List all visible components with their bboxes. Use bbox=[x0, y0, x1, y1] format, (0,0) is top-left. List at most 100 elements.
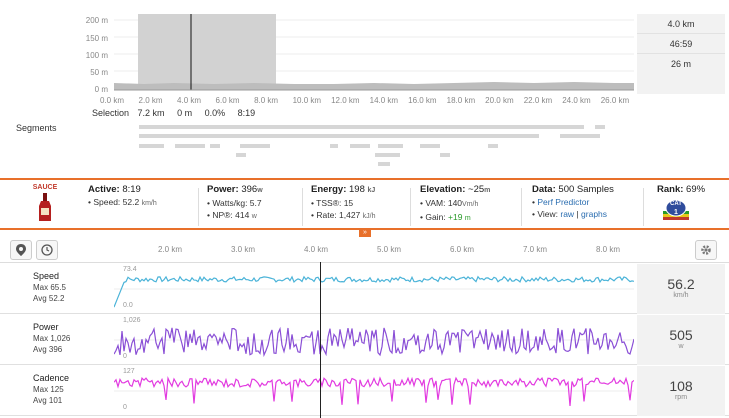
vam-unit: Vm/h bbox=[462, 201, 479, 208]
segment-bar[interactable] bbox=[595, 125, 605, 129]
gain-prefix: • Gain: bbox=[420, 212, 446, 222]
sauce-logo-text: SAUCE bbox=[32, 184, 58, 191]
energy-value: 198 bbox=[349, 184, 365, 195]
x-tick: 26.0 km bbox=[600, 96, 630, 105]
readout-time: 46:59 bbox=[637, 34, 725, 54]
segment-bar[interactable] bbox=[560, 134, 600, 138]
segment-bar[interactable] bbox=[139, 125, 584, 129]
stream-label: Power Max 1,026 Avg 396 bbox=[0, 315, 110, 365]
stream-max: Max 65.5 bbox=[33, 283, 66, 292]
x-tick: 24.0 km bbox=[562, 96, 591, 105]
vam-stat: • VAM: 140 bbox=[420, 198, 463, 208]
segment-bar[interactable] bbox=[350, 144, 370, 148]
stream-row-speed[interactable]: Speed Max 65.5 Avg 52.2 73.4 0.0 56.2 km/h bbox=[0, 264, 729, 314]
clock-icon[interactable] bbox=[36, 240, 58, 260]
active-column: Active: 8:19 • Speed: 52.2 km/h bbox=[88, 184, 157, 210]
energy-label: Energy: bbox=[311, 184, 347, 195]
map-pin-icon[interactable] bbox=[10, 240, 32, 260]
perf-predictor-link[interactable]: Perf Predictor bbox=[537, 197, 589, 207]
rank-label: Rank: bbox=[657, 184, 684, 195]
x-tick: 4.0 km bbox=[304, 245, 329, 254]
data-value: 500 Samples bbox=[558, 184, 614, 195]
stream-row-power[interactable]: Power Max 1,026 Avg 396 1,026 0 505 w bbox=[0, 315, 729, 365]
stream-label: Cadence Max 125 Avg 101 bbox=[0, 366, 110, 416]
stream-plot[interactable] bbox=[114, 318, 634, 362]
selection-summary: Selection 7.2 km 0 m 0.0% 8:19 bbox=[92, 108, 255, 118]
rate-stat: • Rate: 1,427 bbox=[311, 210, 361, 220]
y-tick: 100 m bbox=[85, 51, 108, 60]
x-tick: 10.0 km bbox=[292, 96, 322, 105]
stream-plot[interactable] bbox=[114, 369, 634, 413]
view-raw-link[interactable]: raw bbox=[560, 209, 574, 219]
stream-line bbox=[114, 275, 634, 308]
x-tick: 20.0 km bbox=[485, 96, 514, 105]
stream-current-value: 56.2 km/h bbox=[637, 264, 725, 314]
stream-unit: w bbox=[678, 343, 684, 350]
energy-column: Energy: 198 kJ • TSS®: 15 • Rate: 1,427 … bbox=[311, 184, 376, 223]
x-tick: 4.0 km bbox=[177, 96, 202, 105]
stream-current-value: 108 rpm bbox=[637, 366, 725, 416]
selection-time: 8:19 bbox=[237, 108, 256, 118]
x-tick: 22.0 km bbox=[523, 96, 553, 105]
y-tick: 150 m bbox=[85, 34, 108, 43]
rank-column: Rank: 69% CAT 1 bbox=[657, 184, 705, 221]
tss-stat: • TSS®: 15 bbox=[311, 198, 354, 208]
segment-bar[interactable] bbox=[440, 153, 450, 157]
readout-elevation: 26 m bbox=[670, 59, 691, 69]
segment-bar[interactable] bbox=[378, 162, 390, 166]
selection-label: Selection bbox=[92, 108, 130, 118]
stream-current-value: 505 w bbox=[637, 315, 725, 365]
stream-line bbox=[114, 326, 634, 358]
segment-bar[interactable] bbox=[175, 144, 205, 148]
elevation-unit: m bbox=[484, 187, 491, 194]
power-label: Power: bbox=[207, 184, 239, 195]
segment-bar[interactable] bbox=[488, 144, 498, 148]
selection-region bbox=[138, 14, 276, 90]
segment-bar[interactable] bbox=[210, 144, 220, 148]
segment-bar[interactable] bbox=[236, 153, 246, 157]
selection-distance: 7.2 km bbox=[137, 108, 165, 118]
np-unit: w bbox=[251, 213, 257, 220]
stream-plot[interactable] bbox=[114, 267, 634, 311]
active-value: 8:19 bbox=[122, 184, 141, 195]
speed-stat: • Speed: 52.2 bbox=[88, 197, 140, 207]
stream-line bbox=[114, 375, 634, 406]
segment-bar[interactable] bbox=[139, 144, 164, 148]
power-column: Power: 396w • Watts/kg: 5.7 • NP®: 414 w bbox=[207, 184, 263, 223]
cat-badge-number: 1 bbox=[674, 209, 678, 216]
x-tick: 14.0 km bbox=[369, 96, 399, 105]
segment-bar[interactable] bbox=[420, 144, 440, 148]
power-unit: w bbox=[257, 187, 263, 194]
stream-avg: Avg 101 bbox=[33, 396, 63, 405]
view-graphs-link[interactable]: graphs bbox=[581, 209, 607, 219]
cat-badge-icon[interactable]: CAT 1 bbox=[663, 199, 689, 221]
energy-unit: kJ bbox=[367, 187, 376, 194]
elevation-value: ~25 bbox=[468, 184, 485, 195]
elevation-plot[interactable] bbox=[114, 14, 634, 94]
segments-label: Segments bbox=[16, 123, 57, 133]
speed-unit: km/h bbox=[141, 200, 157, 207]
stream-row-cadence[interactable]: Cadence Max 125 Avg 101 127 0 108 rpm bbox=[0, 366, 729, 416]
wkg-stat: • Watts/kg: 5.7 bbox=[207, 198, 262, 208]
x-tick: 5.0 km bbox=[377, 245, 402, 254]
stream-title: Speed bbox=[33, 271, 60, 281]
stream-title: Power bbox=[33, 322, 59, 332]
elevation-label: Elevation: bbox=[420, 184, 466, 195]
collapse-chevron-icon[interactable]: » bbox=[359, 228, 371, 237]
sauce-info-panel: SAUCE Active: 8:19 • Speed: 52.2 km/h Po… bbox=[0, 178, 729, 230]
active-label: Active: bbox=[88, 184, 120, 195]
segment-bar[interactable] bbox=[375, 153, 400, 157]
sauce-logo[interactable]: SAUCE bbox=[28, 184, 62, 226]
stream-avg: Avg 52.2 bbox=[33, 294, 65, 303]
settings-gear-icon[interactable] bbox=[695, 240, 717, 260]
x-tick: 7.0 km bbox=[523, 245, 548, 254]
x-tick: 2.0 km bbox=[138, 96, 163, 105]
segment-bar[interactable] bbox=[240, 144, 270, 148]
segment-bar[interactable] bbox=[139, 134, 539, 138]
segment-bar[interactable] bbox=[330, 144, 338, 148]
segment-bar[interactable] bbox=[378, 144, 403, 148]
streams-toolbar: 2.0 km 3.0 km 4.0 km 5.0 km 6.0 km 7.0 km 8.0 … bbox=[0, 237, 729, 263]
gain-unit: m bbox=[464, 215, 471, 222]
x-tick: 16.0 km bbox=[408, 96, 437, 105]
x-tick: 3.0 km bbox=[231, 245, 256, 254]
